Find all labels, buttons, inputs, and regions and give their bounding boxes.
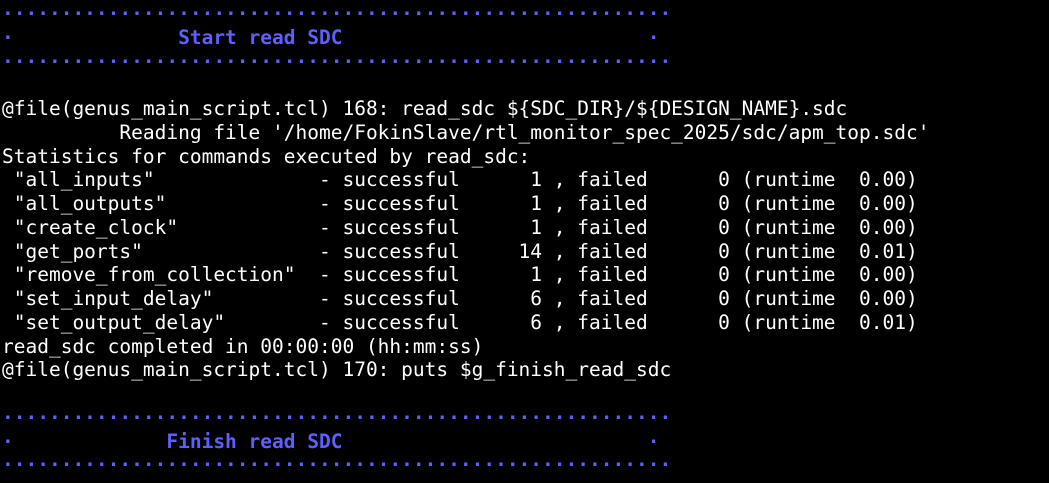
stat-row-set-input-delay: "set_input_delay" - successful 6 , faile… bbox=[2, 287, 918, 310]
start-banner-top-border: ········································… bbox=[2, 2, 672, 25]
read-sdc-completed-line: read_sdc completed in 00:00:00 (hh:mm:ss… bbox=[2, 334, 484, 358]
finish-banner-top-border: ········································… bbox=[2, 405, 672, 429]
start-banner-bottom-border: ········································… bbox=[2, 49, 672, 73]
puts-command-line: @file(genus_main_script.tcl) 170: puts $… bbox=[2, 358, 672, 382]
stat-row-set-output-delay: "set_output_delay" - successful 6 , fail… bbox=[2, 310, 918, 334]
start-banner-title: · Start read SDC · bbox=[2, 25, 660, 49]
stat-row-remove-from-collection: "remove_from_collection" - successful 1 … bbox=[2, 263, 918, 287]
stat-row-get-ports: "get_ports" - successful 14 , failed 0 (… bbox=[2, 239, 918, 263]
finish-banner-title: · Finish read SDC · bbox=[2, 429, 660, 453]
statistics-header-line: Statistics for commands executed by read… bbox=[2, 144, 531, 168]
finish-banner-bottom-border: ········································… bbox=[2, 453, 672, 477]
reading-file-line: Reading file '/home/FokinSlave/rtl_monit… bbox=[2, 120, 930, 144]
stat-row-all-outputs: "all_outputs" - successful 1 , failed 0 … bbox=[2, 192, 918, 215]
stat-row-all-inputs: "all_inputs" - successful 1 , failed 0 (… bbox=[2, 168, 918, 192]
read-sdc-command-line: @file(genus_main_script.tcl) 168: read_s… bbox=[2, 97, 848, 120]
stat-row-create-clock: "create_clock" - successful 1 , failed 0… bbox=[2, 215, 918, 239]
terminal-output[interactable]: ········································… bbox=[0, 0, 1049, 483]
